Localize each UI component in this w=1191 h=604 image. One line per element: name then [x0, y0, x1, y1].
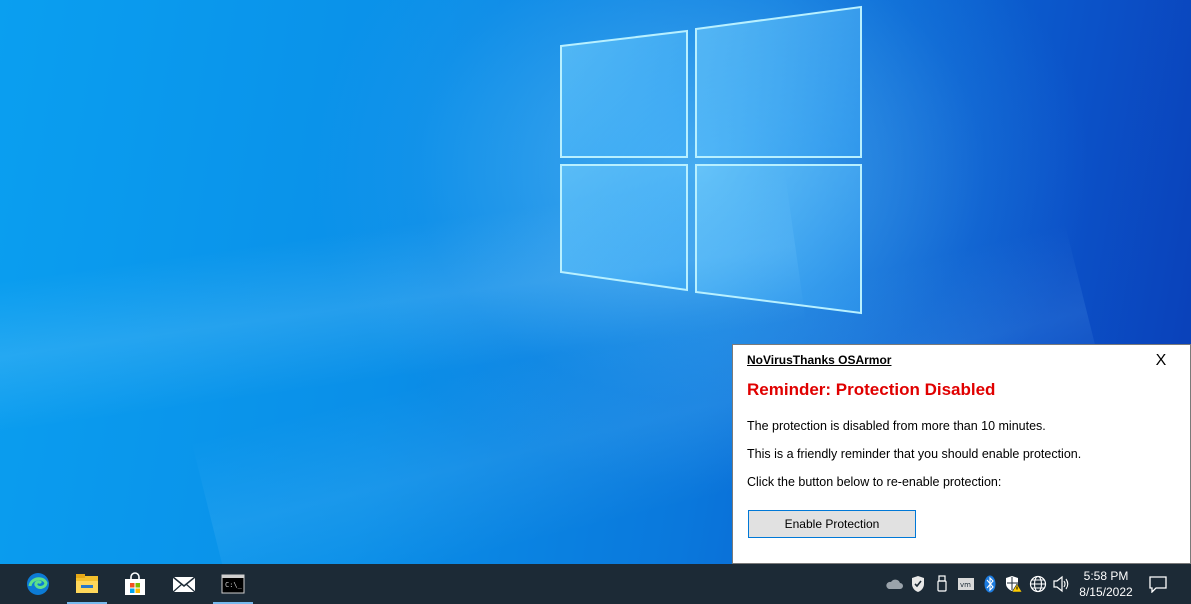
bluetooth-icon[interactable]	[980, 574, 1000, 594]
taskbar-app-edge[interactable]	[18, 564, 58, 604]
security-warning-icon[interactable]	[1004, 574, 1024, 594]
shield-icon[interactable]	[908, 574, 928, 594]
onedrive-icon[interactable]	[884, 574, 904, 594]
close-button[interactable]: X	[1151, 351, 1171, 371]
notification-message: Click the button below to re-enable prot…	[747, 475, 1002, 489]
network-icon[interactable]	[1028, 574, 1048, 594]
action-center-icon[interactable]	[1148, 574, 1168, 594]
taskbar-app-store[interactable]	[115, 564, 155, 604]
notification-app-name: NoVirusThanks OSArmor	[747, 353, 892, 367]
svg-text:vm: vm	[960, 581, 971, 589]
taskbar-app-file-explorer[interactable]	[67, 564, 107, 604]
edge-icon	[27, 573, 49, 595]
taskbar-app-mail[interactable]	[164, 564, 204, 604]
terminal-icon: C:\_	[221, 574, 245, 594]
notification-popup: NoVirusThanks OSArmor X Reminder: Protec…	[732, 344, 1191, 564]
system-clock[interactable]: 5:58 PM 8/15/2022	[1072, 568, 1140, 600]
enable-protection-button[interactable]: Enable Protection	[748, 510, 916, 538]
store-icon	[125, 572, 145, 595]
volume-icon[interactable]	[1052, 574, 1072, 594]
taskbar-app-terminal[interactable]: C:\_	[213, 564, 253, 604]
notification-message: The protection is disabled from more tha…	[747, 419, 1046, 433]
vmware-icon[interactable]: vm	[956, 574, 976, 594]
mail-icon	[172, 576, 196, 593]
file-explorer-icon	[76, 574, 98, 593]
svg-text:C:\_: C:\_	[225, 581, 243, 589]
taskbar: C:\_ vm 5:58 PM 8/15/2022	[0, 564, 1191, 604]
notification-heading: Reminder: Protection Disabled	[747, 380, 996, 399]
clock-date: 8/15/2022	[1079, 585, 1133, 599]
usb-icon[interactable]	[932, 574, 952, 594]
clock-time: 5:58 PM	[1083, 569, 1129, 583]
notification-message: This is a friendly reminder that you sho…	[747, 447, 1082, 461]
